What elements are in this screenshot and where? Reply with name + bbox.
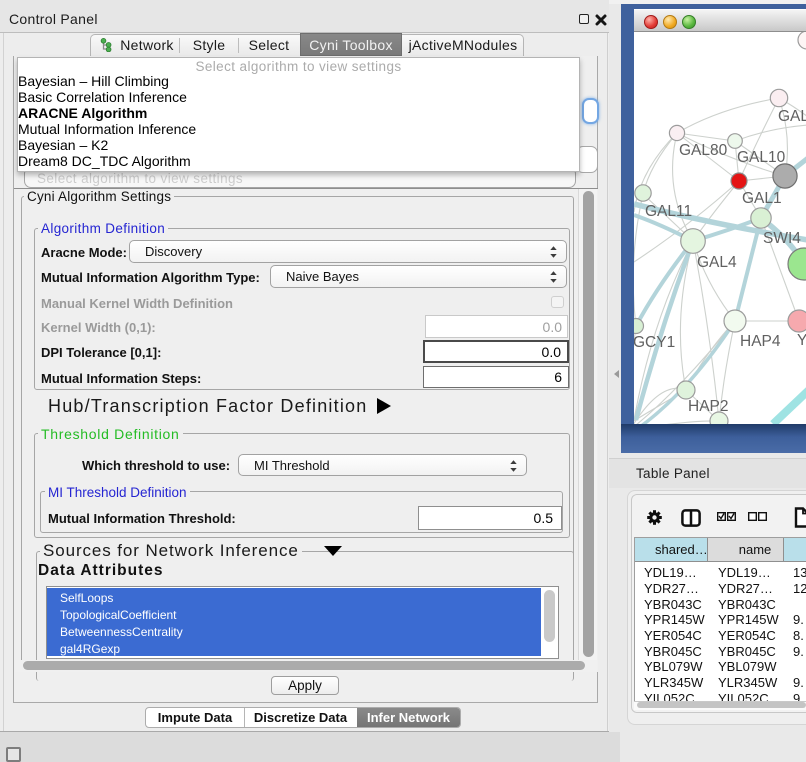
svg-text:HAP4: HAP4 [740, 333, 781, 350]
svg-text:GAL80: GAL80 [679, 142, 728, 159]
svg-text:GCY1: GCY1 [634, 334, 675, 351]
svg-text:GAL1: GAL1 [742, 190, 782, 207]
svg-text:HAP2: HAP2 [688, 398, 729, 415]
svg-text:GAL4: GAL4 [697, 254, 737, 271]
svg-text:GAL10: GAL10 [737, 149, 786, 166]
svg-text:SWI4: SWI4 [763, 230, 801, 247]
svg-text:Y: Y [797, 332, 806, 349]
svg-text:GAL11: GAL11 [645, 203, 692, 220]
svg-text:GAL: GAL [778, 108, 806, 125]
